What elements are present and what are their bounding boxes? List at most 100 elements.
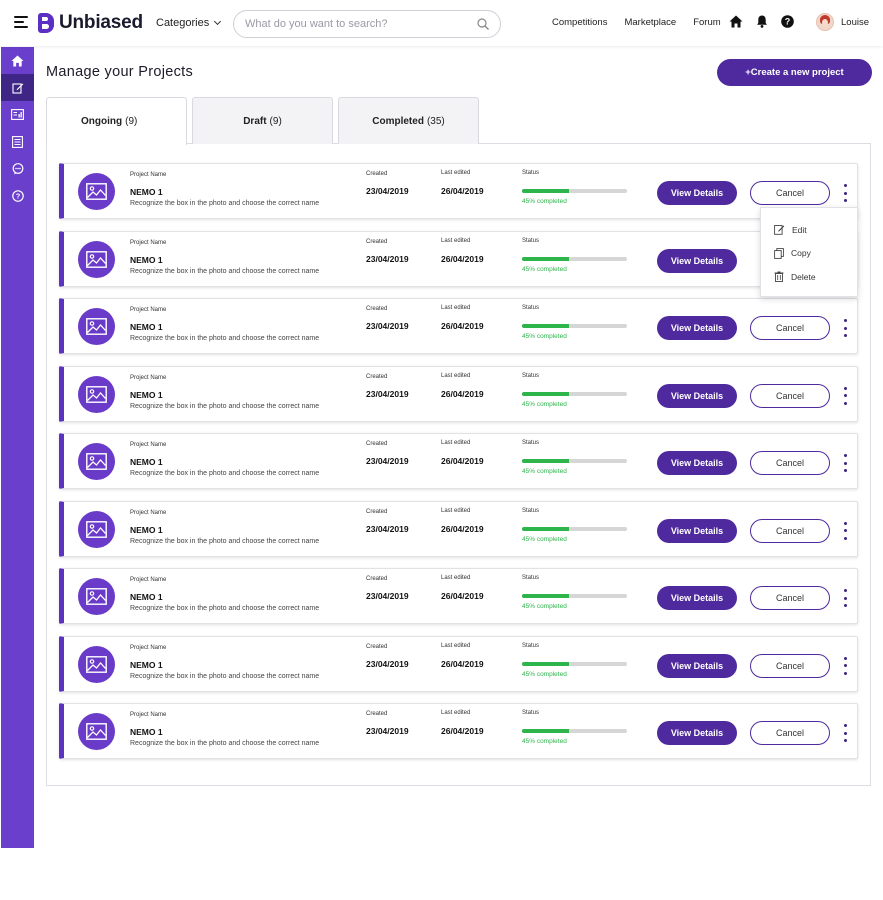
progress-bar-fill — [522, 594, 570, 598]
trash-icon — [774, 271, 784, 283]
created-date: 23/04/2019 — [366, 388, 409, 399]
view-details-button[interactable]: View Details — [657, 653, 737, 678]
status-label: Status — [522, 440, 540, 446]
created-label: Created — [366, 373, 388, 380]
tab-count: (35) — [426, 115, 445, 127]
progress-bar — [522, 459, 627, 463]
more-options-icon[interactable] — [841, 656, 849, 676]
cancel-button[interactable]: Cancel — [750, 586, 830, 610]
more-options-icon[interactable] — [841, 183, 849, 203]
categories-dropdown[interactable]: Categories — [156, 17, 222, 29]
search-input[interactable] — [245, 18, 465, 30]
tab-draft[interactable]: Draft (9) — [192, 97, 333, 144]
project-name-label: Project Name — [130, 509, 167, 516]
project-name-label: Project Name — [130, 374, 167, 381]
tab-ongoing[interactable]: Ongoing (9) — [46, 97, 187, 145]
sidebar-item-dashboard[interactable] — [1, 101, 34, 128]
tab-label: Draft — [243, 115, 267, 127]
tab-label: Completed — [372, 115, 424, 127]
progress-bar — [522, 729, 627, 733]
last-edited-label: Last edited — [441, 372, 471, 379]
project-description: Recognize the box in the photo and choos… — [130, 470, 320, 477]
view-details-button[interactable]: View Details — [657, 586, 737, 610]
menu-item-edit[interactable]: Edit — [761, 218, 857, 242]
last-edited-label: Last edited — [441, 440, 471, 446]
home-icon[interactable] — [729, 15, 743, 28]
last-edited-label: Last edited — [441, 710, 471, 716]
image-icon — [86, 655, 107, 673]
sidebar-item-chat[interactable] — [1, 155, 34, 182]
cancel-button[interactable]: Cancel — [750, 181, 830, 205]
nav-marketplace[interactable]: Marketplace — [624, 17, 676, 28]
view-details-button[interactable]: View Details — [657, 721, 737, 745]
project-name: NEMO 1 — [130, 187, 163, 197]
menu-item-delete[interactable]: Delete — [761, 265, 857, 289]
brand-logo[interactable]: Unbiased — [38, 12, 143, 34]
search-icon[interactable] — [477, 18, 489, 30]
cancel-button[interactable]: Cancel — [750, 451, 830, 475]
view-details-button[interactable]: View Details — [657, 181, 737, 205]
created-date: 23/04/2019 — [366, 186, 409, 196]
progress-bar-fill — [522, 459, 570, 463]
project-thumbnail — [78, 375, 115, 413]
sidebar-item-list[interactable] — [1, 128, 34, 155]
view-details-button[interactable]: View Details — [657, 248, 737, 273]
more-options-icon[interactable] — [841, 521, 849, 541]
avatar — [816, 13, 834, 31]
project-description: Recognize the box in the photo and choos… — [130, 335, 320, 342]
home-icon — [11, 54, 24, 67]
project-thumbnail — [78, 240, 115, 278]
tab-completed[interactable]: Completed (35) — [338, 97, 479, 144]
cancel-button[interactable]: Cancel — [750, 721, 830, 745]
project-row: Project Name NEMO 1 Recognize the box in t… — [59, 163, 858, 219]
view-details-button[interactable]: View Details — [657, 316, 737, 340]
cancel-button[interactable]: Cancel — [750, 653, 830, 678]
progress-text: 45% completed — [522, 400, 567, 408]
create-project-button[interactable]: +Create a new project — [717, 59, 872, 86]
menu-item-copy[interactable]: Copy — [761, 242, 857, 266]
cancel-button[interactable]: Cancel — [750, 518, 830, 543]
more-options-icon[interactable] — [841, 723, 849, 743]
help-icon[interactable]: ? — [781, 15, 794, 28]
user-name: Louise — [841, 16, 869, 28]
progress-text: 45% completed — [522, 670, 567, 678]
progress-text: 45% completed — [522, 468, 567, 475]
sidebar-item-help[interactable]: ? — [1, 182, 34, 209]
image-icon — [86, 318, 107, 335]
sidebar-item-edit[interactable] — [1, 74, 34, 101]
cancel-button[interactable]: Cancel — [750, 316, 830, 340]
created-date: 23/04/2019 — [366, 456, 409, 466]
project-description: Recognize the box in the photo and choos… — [130, 402, 320, 410]
more-options-icon[interactable] — [841, 318, 849, 338]
more-options-icon[interactable] — [841, 588, 849, 608]
last-edited-date: 26/04/2019 — [441, 658, 484, 669]
help-icon: ? — [11, 189, 24, 202]
menu-item-label: Copy — [791, 248, 811, 259]
created-date: 23/04/2019 — [366, 726, 409, 736]
nav-forum[interactable]: Forum — [693, 17, 720, 28]
user-menu[interactable]: Louise — [816, 13, 869, 31]
menu-item-label: Delete — [791, 271, 816, 282]
created-label: Created — [366, 711, 388, 717]
progress-bar — [522, 189, 627, 193]
bell-icon[interactable] — [756, 15, 768, 28]
view-details-button[interactable]: View Details — [657, 383, 737, 408]
project-row: Project Name NEMO 1 Recognize the box in t… — [59, 433, 858, 489]
more-options-icon[interactable] — [841, 386, 849, 406]
chevron-down-icon — [214, 17, 222, 26]
more-options-icon[interactable] — [841, 453, 849, 473]
menu-icon[interactable] — [14, 16, 28, 28]
sidebar: ? — [1, 47, 34, 848]
progress-bar — [522, 324, 627, 328]
cancel-button[interactable]: Cancel — [750, 383, 830, 408]
project-name-label: Project Name — [130, 577, 167, 583]
sidebar-item-home[interactable] — [1, 47, 34, 74]
project-thumbnail — [78, 578, 115, 615]
row-actions-menu: Edit Copy Delete — [760, 207, 858, 297]
nav-competitions[interactable]: Competitions — [552, 17, 607, 28]
status-label: Status — [522, 575, 540, 581]
project-row: Project Name NEMO 1 Recognize the box in t… — [59, 703, 858, 759]
dashboard-icon — [11, 109, 24, 120]
view-details-button[interactable]: View Details — [657, 451, 737, 475]
view-details-button[interactable]: View Details — [657, 518, 737, 543]
